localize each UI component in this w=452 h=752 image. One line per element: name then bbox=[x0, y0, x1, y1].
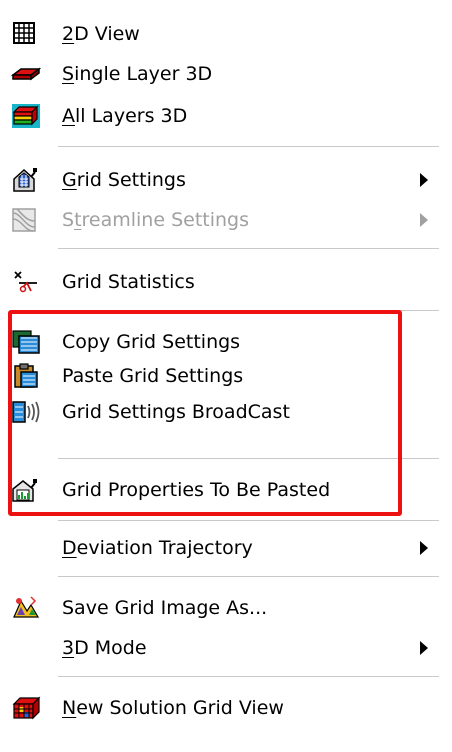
menu-separator bbox=[58, 576, 439, 577]
submenu-arrow-icon bbox=[420, 541, 428, 555]
menu-separator bbox=[58, 248, 439, 249]
menu-item-label: Grid Statistics bbox=[62, 271, 195, 293]
menu-item-save-grid-image-as[interactable]: Save Grid Image As... bbox=[0, 588, 452, 628]
menu-item-label: 2D View bbox=[62, 23, 140, 45]
menu-item-label: New Solution Grid View bbox=[62, 697, 284, 719]
context-menu: 2D View Single Layer 3D All Layers 3D Gr… bbox=[0, 0, 452, 752]
menu-item-label: Deviation Trajectory bbox=[62, 537, 253, 559]
menu-item-all-layers-3d[interactable]: All Layers 3D bbox=[0, 96, 452, 136]
menu-item-3d-mode[interactable]: 3D Mode bbox=[0, 628, 452, 668]
menu-separator bbox=[58, 146, 439, 147]
menu-item-label: Single Layer 3D bbox=[62, 63, 213, 85]
menu-item-deviation-trajectory[interactable]: Deviation Trajectory bbox=[0, 528, 452, 568]
menu-item-label: Grid Settings bbox=[62, 169, 186, 191]
menu-item-label: Save Grid Image As... bbox=[62, 597, 268, 619]
menu-item-streamline-settings[interactable]: Streamline Settings bbox=[0, 200, 452, 240]
submenu-arrow-icon bbox=[420, 173, 428, 187]
statistics-icon bbox=[11, 269, 41, 295]
menu-separator bbox=[58, 676, 439, 677]
single-layer-icon bbox=[11, 61, 41, 87]
submenu-arrow-icon bbox=[420, 641, 428, 655]
highlight-box bbox=[8, 310, 402, 516]
save-image-icon bbox=[11, 595, 41, 621]
menu-item-label: Streamline Settings bbox=[62, 209, 250, 231]
menu-item-single-layer-3d[interactable]: Single Layer 3D bbox=[0, 54, 452, 94]
menu-item-grid-settings[interactable]: Grid Settings bbox=[0, 160, 452, 200]
menu-item-new-solution-grid-view[interactable]: New Solution Grid View bbox=[0, 688, 452, 728]
grid-icon bbox=[11, 21, 41, 47]
grid-settings-icon bbox=[11, 167, 41, 193]
all-layers-icon bbox=[11, 103, 41, 129]
menu-item-label: 3D Mode bbox=[62, 637, 147, 659]
submenu-arrow-icon bbox=[420, 213, 428, 227]
solution-grid-icon bbox=[11, 695, 41, 721]
menu-separator bbox=[58, 520, 439, 521]
menu-item-label: All Layers 3D bbox=[62, 105, 188, 127]
menu-item-grid-statistics[interactable]: Grid Statistics bbox=[0, 262, 452, 302]
streamline-settings-icon bbox=[11, 207, 41, 233]
menu-item-2d-view[interactable]: 2D View bbox=[0, 14, 452, 54]
